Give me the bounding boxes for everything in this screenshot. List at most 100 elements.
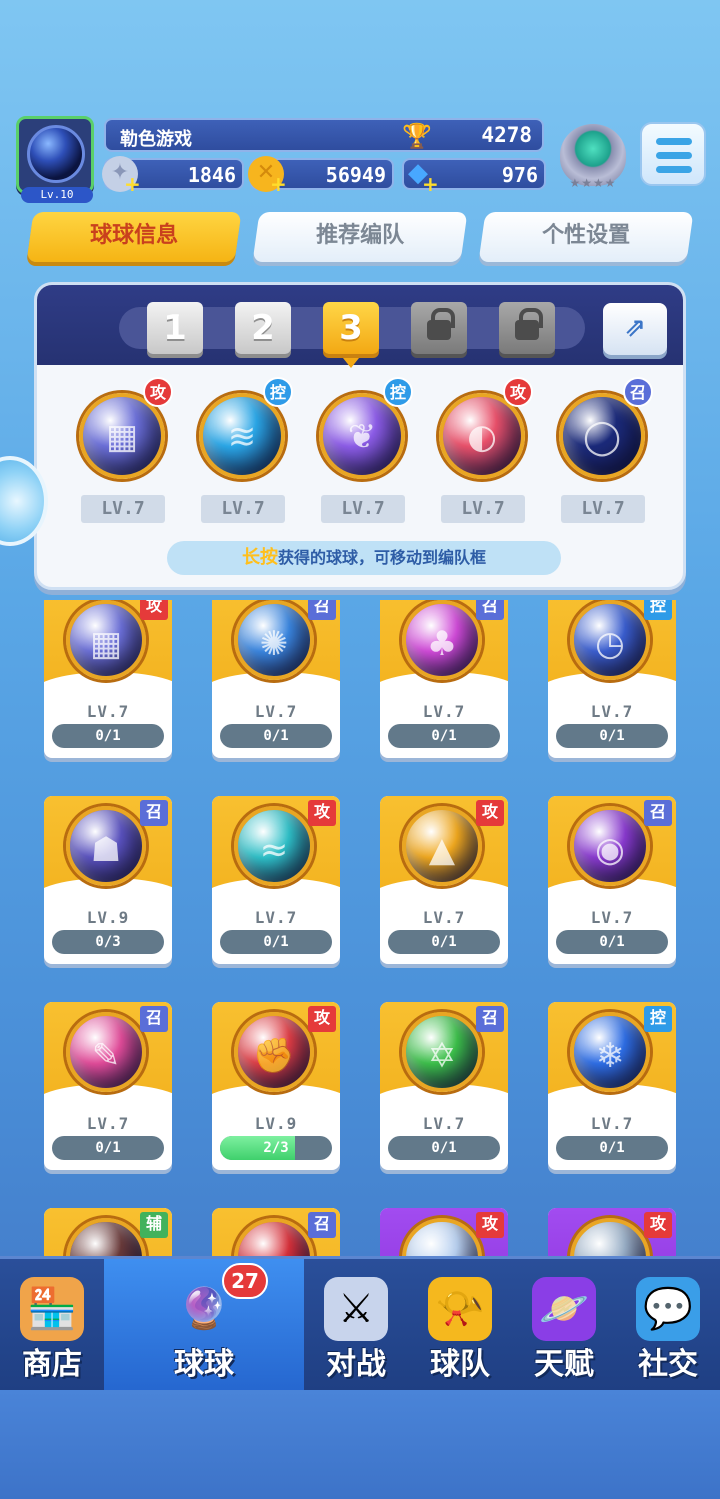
ball-orb-icon: ▦ <box>66 600 146 680</box>
nav-label: 社交 <box>638 1347 698 1382</box>
ball-level: LV.7 <box>590 702 634 721</box>
nav-item-2[interactable]: ⚔ 对战 <box>304 1259 408 1393</box>
team-ball[interactable]: ≋ 控 <box>191 377 293 487</box>
ball-type-badge: 召 <box>623 377 653 407</box>
ball-progress-bar: 0/1 <box>388 930 500 954</box>
ball-progress-bar: 0/1 <box>52 724 164 748</box>
ball-progress-text: 0/1 <box>95 728 121 744</box>
ball-card[interactable]: ✊ 攻 LV.9 2/3 <box>212 1002 340 1170</box>
ball-card[interactable]: ❄ 控 LV.7 0/1 <box>548 1002 676 1170</box>
ball-card[interactable]: ✺ 召 LV.7 0/1 <box>212 600 340 758</box>
team-panel: 1 2 3 ⇗ ▦ 攻 LV.7 ≋ 控 LV.7 ❦ 控 LV.7 ◐ 攻 LV.7 ◯ 召 LV.7 长… <box>34 282 686 590</box>
ball-collection-grid: ▦ 攻 LV.7 0/1 ✺ 召 LV.7 0/1 ♣ 召 LV.7 0/1 ◷ 控 LV.7 0/1 ☗ 召 LV… <box>0 600 720 1256</box>
ball-card[interactable]: ✎ 召 LV.7 0/1 <box>44 1002 172 1170</box>
ball-level: LV.7 <box>254 702 298 721</box>
ball-card[interactable]: ◷ 控 LV.7 0/1 <box>548 600 676 758</box>
diamond-value: 976 <box>501 163 538 187</box>
ball-level: LV.7 <box>422 908 466 927</box>
ball-type-badge: 攻 <box>308 1006 336 1032</box>
ball-progress-bar: 0/1 <box>556 930 668 954</box>
ball-card[interactable]: ◉ 召 LV.7 0/1 <box>548 796 676 964</box>
ball-orb-icon: ◷ <box>570 600 650 680</box>
player-level: Lv.10 <box>21 187 93 203</box>
ball-level: LV.7 <box>254 908 298 927</box>
ball-card[interactable]: 攻 <box>380 1208 508 1256</box>
add-silver-icon[interactable]: + <box>124 172 141 196</box>
ball-card[interactable]: 攻 <box>548 1208 676 1256</box>
ball-card[interactable]: ♣ 召 LV.7 0/1 <box>380 600 508 758</box>
nav-item-3[interactable]: 📯 球队 <box>408 1259 512 1393</box>
team-ball[interactable]: ❦ 控 <box>311 377 413 487</box>
ball-card[interactable]: ≈ 攻 LV.7 0/1 <box>212 796 340 964</box>
avatar-ball-icon <box>27 125 85 183</box>
menu-button[interactable] <box>640 122 706 186</box>
team-hint: 长按获得的球球，可移动到编队框 <box>167 541 561 575</box>
ball-progress-text: 0/1 <box>599 728 625 744</box>
rank-stars: ★★★★ <box>569 176 617 190</box>
nav-item-0[interactable]: 🏪 商店 <box>0 1259 104 1393</box>
nav-item-4[interactable]: 🪐 天赋 <box>512 1259 616 1393</box>
shop-icon: 🏪 <box>20 1277 84 1341</box>
ball-progress-bar: 2/3 <box>220 1136 332 1160</box>
ball-level: LV.7 <box>86 1114 130 1133</box>
ball-progress-text: 0/1 <box>599 934 625 950</box>
team-slot-2[interactable]: 2 <box>235 302 291 354</box>
ball-progress-text: 0/1 <box>431 934 457 950</box>
nav-item-5[interactable]: 💬 社交 <box>616 1259 720 1393</box>
hint-key: 长按 <box>241 547 278 568</box>
ball-progress-bar: 0/1 <box>388 724 500 748</box>
ball-type-badge: 攻 <box>476 800 504 826</box>
gold-coin-resource[interactable]: ✕ + 56949 <box>248 156 394 196</box>
ball-type-badge: 攻 <box>503 377 533 407</box>
ball-orb-icon: ✎ <box>66 1012 146 1092</box>
team-slot-1[interactable]: 1 <box>147 302 203 354</box>
ball-orb-icon: ❄ <box>570 1012 650 1092</box>
ball-progress-bar: 0/3 <box>52 930 164 954</box>
add-gold-icon[interactable]: + <box>270 172 287 196</box>
ball-progress-bar: 0/1 <box>52 1136 164 1160</box>
silver-coin-resource[interactable]: ✦ + 1846 <box>102 156 244 196</box>
ball-card[interactable]: 辅 <box>44 1208 172 1256</box>
team-slot-5-locked[interactable] <box>499 302 555 354</box>
share-button[interactable]: ⇗ <box>603 303 667 355</box>
team-ball-level: LV.7 <box>201 495 285 523</box>
ball-orb-icon <box>570 1218 650 1256</box>
tab-ball-info[interactable]: 球球信息 <box>26 212 242 262</box>
diamond-resource[interactable]: ◆ + 976 <box>402 158 546 196</box>
ball-progress-text: 0/1 <box>263 934 289 950</box>
ball-card[interactable]: ☗ 召 LV.9 0/3 <box>44 796 172 964</box>
ball-type-badge: 召 <box>476 1006 504 1032</box>
tab-personal-settings[interactable]: 个性设置 <box>478 212 694 262</box>
ball-orb-icon <box>66 1218 146 1256</box>
team-ball[interactable]: ◯ 召 <box>551 377 653 487</box>
add-diamond-icon[interactable]: + <box>422 172 439 196</box>
ball-level: LV.7 <box>422 1114 466 1133</box>
tab-recommended-team[interactable]: 推荐编队 <box>252 212 468 262</box>
ball-level: LV.9 <box>254 1114 298 1133</box>
chat-heart-icon: 💬 <box>636 1277 700 1341</box>
ball-progress-text: 0/3 <box>95 934 121 950</box>
ball-level: LV.7 <box>422 702 466 721</box>
ball-card[interactable]: 召 <box>212 1208 340 1256</box>
ball-level: LV.9 <box>86 908 130 927</box>
ball-progress-text: 0/1 <box>431 1140 457 1156</box>
team-ball-level: LV.7 <box>441 495 525 523</box>
team-ball[interactable]: ◐ 攻 <box>431 377 533 487</box>
nav-item-1[interactable]: 🔮 球球 27 <box>104 1259 304 1393</box>
hint-text: 获得的球球，可移动到编队框 <box>277 548 486 567</box>
ball-progress-bar: 0/1 <box>556 1136 668 1160</box>
ball-card[interactable]: ✡ 召 LV.7 0/1 <box>380 1002 508 1170</box>
bottom-area <box>0 1390 720 1499</box>
player-avatar[interactable]: Lv.10 <box>16 116 94 203</box>
team-slot-4-locked[interactable] <box>411 302 467 354</box>
ball-card[interactable]: ▲ 攻 LV.7 0/1 <box>380 796 508 964</box>
ball-progress-text: 0/1 <box>95 1140 121 1156</box>
lock-icon <box>427 308 455 340</box>
team-ball[interactable]: ▦ 攻 <box>71 377 173 487</box>
ball-card[interactable]: ▦ 攻 LV.7 0/1 <box>44 600 172 758</box>
nav-label: 天赋 <box>534 1347 594 1382</box>
rank-badge-icon[interactable]: ★★★★ <box>560 124 626 190</box>
nav-label: 球队 <box>430 1347 490 1382</box>
team-slot-3[interactable]: 3 <box>323 302 379 368</box>
ball-type-badge: 召 <box>308 1212 336 1238</box>
